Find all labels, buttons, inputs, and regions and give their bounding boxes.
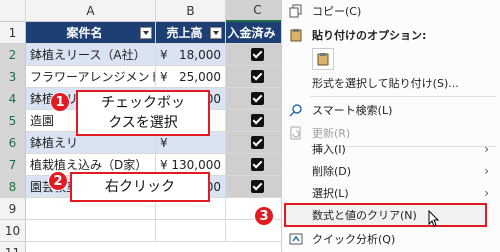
currency-symbol: ¥: [160, 47, 168, 62]
menu-item-label: クイック分析(Q): [312, 233, 396, 246]
context-menu: コピー(C) 貼り付けのオプション: 形式を選択して貼り付け(S)... スマー…: [281, 0, 500, 252]
clipboard-icon: [288, 27, 304, 43]
menu-section-label: 貼り付けのオプション:: [312, 29, 427, 42]
menu-section-paste-options: 貼り付けのオプション:: [282, 24, 500, 46]
quick-analysis-icon: [288, 231, 304, 247]
paste-option-buttons: [282, 46, 500, 72]
table-header-label: 売上高: [166, 26, 203, 40]
menu-item-label: スマート検索(L): [312, 104, 393, 117]
menu-item-insert[interactable]: 挿入(I) ›: [282, 138, 500, 160]
amount-value: 25,000: [179, 69, 221, 84]
paste-icon[interactable]: [312, 48, 334, 70]
callout-right-click: 右クリック: [70, 172, 210, 202]
row-header[interactable]: 9: [0, 198, 26, 220]
chevron-right-icon: ›: [484, 142, 489, 156]
select-all-corner[interactable]: [0, 0, 26, 22]
filter-dropdown-icon[interactable]: [140, 27, 152, 39]
callout-text: 右クリック: [105, 179, 175, 195]
empty-cell[interactable]: [26, 220, 156, 242]
column-header-b[interactable]: B: [156, 0, 226, 22]
filter-dropdown-icon[interactable]: [210, 27, 222, 39]
checkbox[interactable]: [251, 48, 264, 61]
row-header[interactable]: 4: [0, 88, 26, 110]
callout-select-checkboxes: チェックボックスを選択: [76, 90, 210, 136]
menu-item-copy[interactable]: コピー(C): [282, 0, 500, 22]
chevron-right-icon: ›: [484, 164, 489, 178]
currency-symbol: ¥: [160, 69, 168, 84]
menu-item-label: 数式と値のクリア(N): [312, 209, 417, 222]
menu-item-smart-lookup[interactable]: スマート検索(L): [282, 99, 500, 121]
checkbox[interactable]: [251, 136, 264, 149]
amount-value: 130,000: [171, 157, 221, 172]
table-header-name[interactable]: 案件名: [26, 22, 156, 44]
row-header[interactable]: 7: [0, 154, 26, 176]
menu-item-label: コピー(C): [312, 5, 362, 18]
checkbox[interactable]: [251, 158, 264, 171]
row-header[interactable]: 6: [0, 132, 26, 154]
step-badge-2: 2: [48, 171, 68, 191]
copy-icon: [288, 3, 304, 19]
empty-cell[interactable]: [156, 220, 226, 242]
search-icon: [288, 102, 304, 118]
column-header-a[interactable]: A: [26, 0, 156, 22]
table-cell-name[interactable]: フラワーアレンジメント: [26, 66, 156, 88]
step-badge-1: 1: [50, 92, 70, 112]
row-header[interactable]: 8: [0, 176, 26, 198]
menu-item-quick-analysis[interactable]: クイック分析(Q): [282, 228, 500, 250]
menu-item-label: 選択(L): [312, 187, 349, 200]
row-header[interactable]: 5: [0, 110, 26, 132]
menu-item-select[interactable]: 選択(L) ›: [282, 182, 500, 204]
menu-item-clear-contents[interactable]: 数式と値のクリア(N): [284, 203, 487, 227]
chevron-right-icon: ›: [484, 186, 489, 200]
table-header-label: 入金済み: [227, 26, 276, 40]
checkbox[interactable]: [251, 114, 264, 127]
step-badge-3: 3: [254, 206, 274, 226]
checkbox[interactable]: [251, 180, 264, 193]
menu-item-label: 削除(D): [312, 165, 352, 178]
callout-text: チェックボックスを選択: [101, 95, 185, 131]
amount-value: 18,000: [179, 47, 221, 62]
currency-symbol: ¥: [160, 135, 168, 150]
table-cell-amount[interactable]: ¥18,000: [156, 44, 226, 66]
menu-item-label: 形式を選択して貼り付け(S)...: [312, 77, 459, 90]
checkbox[interactable]: [251, 92, 264, 105]
menu-item-delete[interactable]: 削除(D) ›: [282, 160, 500, 182]
menu-item-paste-special[interactable]: 形式を選択して貼り付け(S)...: [282, 72, 500, 94]
table-cell-amount[interactable]: ¥25,000: [156, 66, 226, 88]
table-header-sales[interactable]: 売上高: [156, 22, 226, 44]
table-cell-name[interactable]: 鉢植えリース（A社）: [26, 44, 156, 66]
row-header[interactable]: 11: [0, 242, 26, 252]
menu-item-label: 挿入(I): [312, 143, 346, 156]
row-header[interactable]: 3: [0, 66, 26, 88]
row-header[interactable]: 2: [0, 44, 26, 66]
table-header-label: 案件名: [66, 26, 103, 40]
currency-symbol: ¥: [160, 157, 168, 172]
checkbox[interactable]: [251, 70, 264, 83]
row-header[interactable]: 10: [0, 220, 26, 242]
menu-divider: [310, 96, 496, 97]
row-header[interactable]: 1: [0, 22, 26, 44]
